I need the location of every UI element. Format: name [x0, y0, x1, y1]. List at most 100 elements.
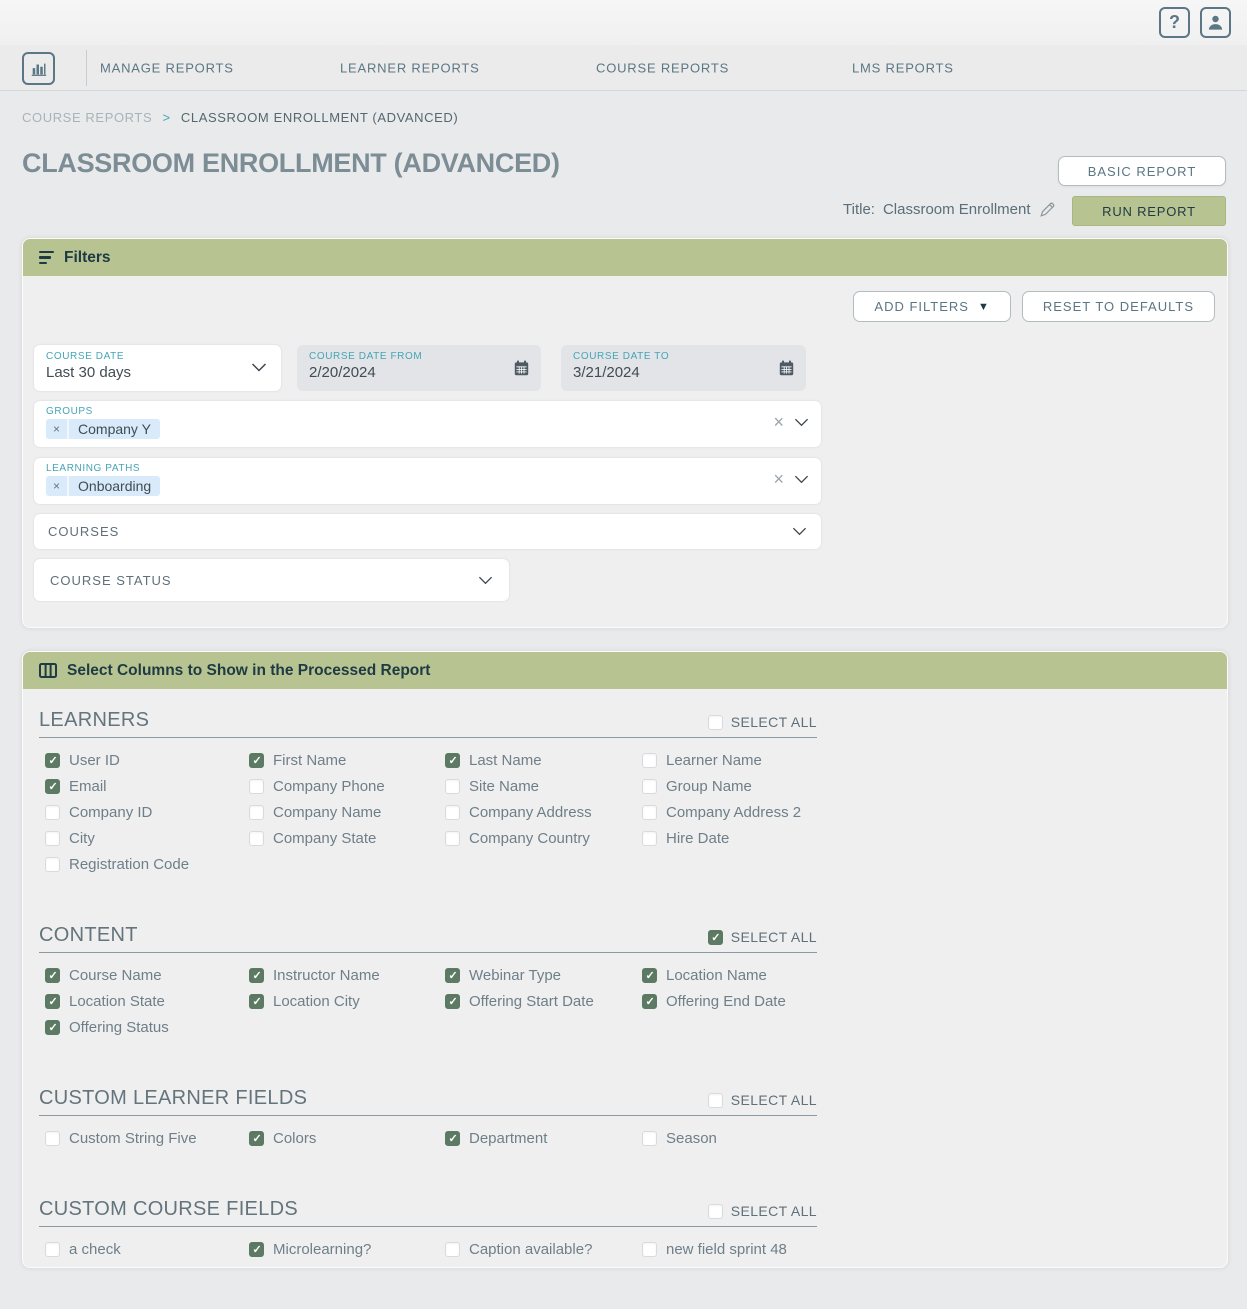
select-all-checkbox[interactable] [708, 715, 723, 730]
checkbox-icon[interactable] [45, 1131, 60, 1146]
checkbox-icon[interactable] [249, 805, 264, 820]
checkbox-icon[interactable] [642, 753, 657, 768]
basic-report-button[interactable]: BASIC REPORT [1058, 156, 1226, 186]
checkbox-icon[interactable] [642, 994, 657, 1009]
column-checkbox-item[interactable]: Offering Start Date [445, 988, 642, 1014]
checkbox-icon[interactable] [45, 1020, 60, 1035]
checkbox-icon[interactable] [249, 994, 264, 1009]
checkbox-icon[interactable] [45, 753, 60, 768]
add-filters-button[interactable]: ADD FILTERS ▼ [853, 291, 1010, 322]
checkbox-icon[interactable] [249, 753, 264, 768]
column-checkbox-item[interactable]: Department [445, 1125, 642, 1151]
checkbox-icon[interactable] [249, 968, 264, 983]
nav-item-learner-reports[interactable]: LEARNER REPORTS [340, 60, 480, 75]
checkbox-icon[interactable] [642, 1242, 657, 1257]
checkbox-icon[interactable] [445, 994, 460, 1009]
column-checkbox-item[interactable]: Company Address 2 [642, 799, 817, 825]
column-checkbox-item[interactable]: City [45, 825, 249, 851]
nav-item-manage-reports[interactable]: MANAGE REPORTS [100, 60, 234, 75]
checkbox-icon[interactable] [445, 1242, 460, 1257]
course-date-from-field[interactable]: COURSE DATE FROM 2/20/2024 [297, 345, 541, 391]
courses-filter[interactable]: COURSES [34, 514, 821, 549]
checkbox-icon[interactable] [249, 1242, 264, 1257]
column-checkbox-item[interactable]: Colors [249, 1125, 445, 1151]
column-checkbox-item[interactable]: Caption available? [445, 1236, 642, 1262]
select-all-control[interactable]: SELECT ALL [708, 714, 817, 730]
edit-title-pencil-icon[interactable] [1039, 201, 1056, 218]
select-all-checkbox[interactable] [708, 930, 723, 945]
clear-learning-paths-icon[interactable]: × [773, 470, 784, 488]
select-all-checkbox[interactable] [708, 1204, 723, 1219]
help-button[interactable]: ? [1159, 7, 1190, 38]
column-checkbox-item[interactable]: new field sprint 48 [642, 1236, 817, 1262]
run-report-button[interactable]: RUN REPORT [1072, 196, 1226, 226]
column-checkbox-item[interactable]: a check [45, 1236, 249, 1262]
column-checkbox-item[interactable]: Location City [249, 988, 445, 1014]
select-all-control[interactable]: SELECT ALL [708, 1203, 817, 1219]
column-checkbox-item[interactable]: Company Address [445, 799, 642, 825]
column-checkbox-item[interactable]: Microlearning? [249, 1236, 445, 1262]
column-checkbox-item[interactable]: Season [642, 1125, 817, 1151]
course-date-select[interactable]: COURSE DATE Last 30 days [34, 345, 281, 391]
checkbox-icon[interactable] [249, 1131, 264, 1146]
column-checkbox-item[interactable]: Site Name [445, 773, 642, 799]
column-checkbox-item[interactable]: Last Name [445, 747, 642, 773]
column-checkbox-item[interactable]: Offering Status [45, 1014, 249, 1040]
chip-remove-icon[interactable]: × [46, 419, 69, 439]
checkbox-icon[interactable] [642, 779, 657, 794]
course-status-filter[interactable]: COURSE STATUS [34, 559, 509, 601]
checkbox-icon[interactable] [445, 968, 460, 983]
checkbox-icon[interactable] [445, 831, 460, 846]
checkbox-icon[interactable] [45, 857, 60, 872]
column-checkbox-item[interactable]: User ID [45, 747, 249, 773]
column-checkbox-item[interactable]: Company Name [249, 799, 445, 825]
column-checkbox-item[interactable]: Company State [249, 825, 445, 851]
column-checkbox-item[interactable]: Company Country [445, 825, 642, 851]
column-checkbox-item[interactable]: Instructor Name [249, 962, 445, 988]
checkbox-icon[interactable] [642, 968, 657, 983]
clear-groups-icon[interactable]: × [773, 413, 784, 431]
groups-filter[interactable]: GROUPS × Company Y × [34, 401, 821, 447]
column-checkbox-item[interactable]: Offering End Date [642, 988, 817, 1014]
checkbox-icon[interactable] [45, 805, 60, 820]
column-checkbox-item[interactable]: First Name [249, 747, 445, 773]
column-checkbox-item[interactable]: Group Name [642, 773, 817, 799]
select-all-control[interactable]: SELECT ALL [708, 1092, 817, 1108]
column-checkbox-item[interactable]: Course Name [45, 962, 249, 988]
checkbox-icon[interactable] [445, 805, 460, 820]
checkbox-icon[interactable] [45, 831, 60, 846]
column-checkbox-item[interactable]: Registration Code [45, 851, 249, 877]
checkbox-icon[interactable] [249, 779, 264, 794]
column-checkbox-item[interactable]: Webinar Type [445, 962, 642, 988]
calendar-icon[interactable] [514, 360, 529, 376]
profile-button[interactable] [1200, 7, 1231, 38]
checkbox-icon[interactable] [45, 994, 60, 1009]
reports-home-button[interactable] [22, 52, 55, 85]
checkbox-icon[interactable] [642, 1131, 657, 1146]
column-checkbox-item[interactable]: Email [45, 773, 249, 799]
checkbox-icon[interactable] [642, 831, 657, 846]
column-checkbox-item[interactable]: Custom String Five [45, 1125, 249, 1151]
checkbox-icon[interactable] [445, 779, 460, 794]
column-checkbox-item[interactable]: Company ID [45, 799, 249, 825]
select-all-control[interactable]: SELECT ALL [708, 929, 817, 945]
column-checkbox-item[interactable]: Location Name [642, 962, 817, 988]
column-checkbox-item[interactable]: Hire Date [642, 825, 817, 851]
checkbox-icon[interactable] [249, 831, 264, 846]
nav-item-lms-reports[interactable]: LMS REPORTS [852, 60, 954, 75]
column-checkbox-item[interactable]: Learner Name [642, 747, 817, 773]
checkbox-icon[interactable] [45, 968, 60, 983]
checkbox-icon[interactable] [445, 1131, 460, 1146]
course-date-to-field[interactable]: COURSE DATE TO 3/21/2024 [561, 345, 806, 391]
chip-remove-icon[interactable]: × [46, 476, 69, 496]
chevron-down-icon[interactable] [794, 418, 809, 427]
nav-item-course-reports[interactable]: COURSE REPORTS [596, 60, 729, 75]
breadcrumb-course-reports[interactable]: COURSE REPORTS [22, 110, 152, 125]
calendar-icon[interactable] [779, 360, 794, 376]
select-all-checkbox[interactable] [708, 1093, 723, 1108]
reset-to-defaults-button[interactable]: RESET TO DEFAULTS [1022, 291, 1215, 322]
checkbox-icon[interactable] [445, 753, 460, 768]
chevron-down-icon[interactable] [794, 475, 809, 484]
checkbox-icon[interactable] [45, 779, 60, 794]
checkbox-icon[interactable] [45, 1242, 60, 1257]
